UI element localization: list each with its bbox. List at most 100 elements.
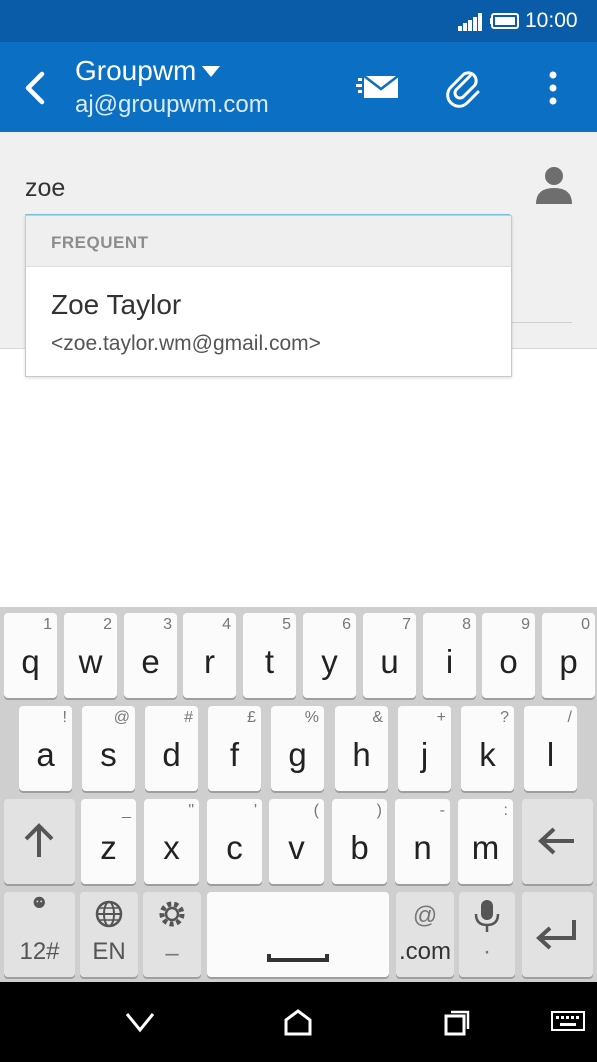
account-name[interactable]: Groupwm: [75, 55, 196, 87]
dotcom-key[interactable]: @ .com: [396, 892, 454, 977]
recent-apps-button[interactable]: [436, 1008, 476, 1038]
key-y[interactable]: 6y: [303, 613, 356, 698]
key-p[interactable]: 0p: [542, 613, 595, 698]
soft-keyboard: 1 q 2 w 3 e 4 r 5 t 6 y 7 u 8 i 9 o 0 p! a @ s # d £ f% g & h + j? k / l _ z…: [0, 607, 597, 982]
key-label: s: [100, 736, 117, 773]
key-label: t: [264, 643, 275, 680]
back-nav-button[interactable]: [120, 1008, 160, 1038]
key-r[interactable]: 4r: [183, 613, 236, 698]
key-n[interactable]: -n: [395, 799, 450, 884]
symbols-key[interactable]: 12#: [4, 892, 75, 977]
key-hint: 2: [103, 616, 112, 633]
key-label: u: [380, 643, 399, 680]
key-label: i: [445, 643, 454, 680]
autocomplete-dropdown: FREQUENT Zoe Taylor <zoe.taylor.wm@gmail…: [25, 215, 512, 377]
key-hint: 1: [43, 616, 52, 633]
key-s[interactable]: @ s: [82, 706, 135, 791]
key-hint: ": [188, 802, 194, 819]
key-u[interactable]: 7u: [363, 613, 416, 698]
key-k[interactable]: ? k: [461, 706, 514, 791]
settings-key[interactable]: –: [143, 892, 201, 977]
key-label: m: [471, 829, 500, 866]
enter-key[interactable]: [522, 892, 593, 977]
key-hint: #: [184, 709, 193, 726]
to-recipient-input[interactable]: zoe: [25, 174, 510, 216]
key-x[interactable]: " x: [144, 799, 199, 884]
key-v[interactable]: (v: [269, 799, 324, 884]
key-label: f: [229, 736, 240, 773]
key-hint: @: [113, 709, 130, 726]
key-label: w: [78, 643, 103, 680]
key-j[interactable]: + j: [398, 706, 451, 791]
key-hint: _: [122, 802, 131, 819]
key-l[interactable]: / l: [524, 706, 577, 791]
more-options-icon[interactable]: [530, 64, 576, 112]
language-label: EN: [92, 938, 126, 965]
key-hint: 4: [222, 616, 231, 633]
key-hint: %: [304, 709, 319, 726]
key-b[interactable]: ) b: [332, 799, 387, 884]
contact-picker-icon[interactable]: [532, 164, 576, 210]
keyboard-switch-icon[interactable]: [551, 1010, 585, 1034]
key-i[interactable]: 8i: [423, 613, 476, 698]
at-hint: @: [412, 902, 438, 929]
key-hint: 5: [282, 616, 291, 633]
key-label: l: [546, 736, 555, 773]
key-hint: 0: [581, 616, 590, 633]
suggestion-email: <zoe.taylor.wm@gmail.com>: [51, 332, 321, 355]
key-o[interactable]: 9o: [482, 613, 535, 698]
key-hint: ': [253, 802, 257, 819]
back-button[interactable]: [12, 66, 56, 110]
symbols-label: 12#: [19, 938, 60, 965]
paperclip-icon[interactable]: [440, 64, 488, 112]
settings-hint: –: [165, 940, 179, 967]
key-q[interactable]: 1q: [4, 613, 57, 698]
navigation-bar: [0, 982, 597, 1062]
language-key[interactable]: EN: [80, 892, 138, 977]
chevron-down-icon[interactable]: [202, 66, 220, 78]
signal-icon: [458, 13, 482, 31]
space-bar-icon: [267, 954, 329, 962]
microphone-icon: [474, 900, 500, 932]
clock: 10:00: [525, 9, 578, 32]
backspace-key[interactable]: [522, 799, 593, 884]
account-email: aj@groupwm.com: [75, 91, 269, 118]
key-f[interactable]: £ f: [208, 706, 261, 791]
frequent-header: FREQUENT: [26, 216, 511, 267]
key-label: y: [321, 643, 338, 680]
key-label: h: [352, 736, 371, 773]
shift-key[interactable]: [4, 799, 75, 884]
key-hint: &: [372, 709, 383, 726]
key-label: z: [100, 829, 117, 866]
key-label: g: [288, 736, 307, 773]
key-hint: 8: [462, 616, 471, 633]
section-label: FREQUENT: [51, 233, 149, 252]
key-z[interactable]: _ z: [81, 799, 136, 884]
key-m[interactable]: :m: [458, 799, 513, 884]
key-t[interactable]: 5t: [243, 613, 296, 698]
voice-input-key[interactable]: ·: [459, 892, 515, 977]
key-label: j: [420, 736, 429, 773]
send-button[interactable]: [350, 66, 406, 110]
suggestion-item[interactable]: Zoe Taylor <zoe.taylor.wm@gmail.com>: [26, 267, 511, 375]
gear-icon: [159, 901, 185, 927]
key-label: p: [559, 643, 578, 680]
key-c[interactable]: ' c: [207, 799, 262, 884]
key-label: n: [413, 829, 432, 866]
key-label: e: [141, 643, 160, 680]
key-hint: 9: [521, 616, 530, 633]
key-e[interactable]: 3e: [124, 613, 177, 698]
key-label: r: [204, 643, 215, 680]
key-g[interactable]: % g: [271, 706, 324, 791]
key-w[interactable]: 2w: [64, 613, 117, 698]
key-hint: 7: [402, 616, 411, 633]
key-hint: /: [567, 709, 572, 726]
key-h[interactable]: & h: [335, 706, 388, 791]
space-key[interactable]: [207, 892, 389, 977]
home-button[interactable]: [278, 1008, 318, 1038]
key-label: a: [36, 736, 55, 773]
backspace-icon: [538, 827, 574, 855]
key-d[interactable]: # d: [145, 706, 198, 791]
key-a[interactable]: ! a: [19, 706, 72, 791]
key-label: k: [479, 736, 496, 773]
